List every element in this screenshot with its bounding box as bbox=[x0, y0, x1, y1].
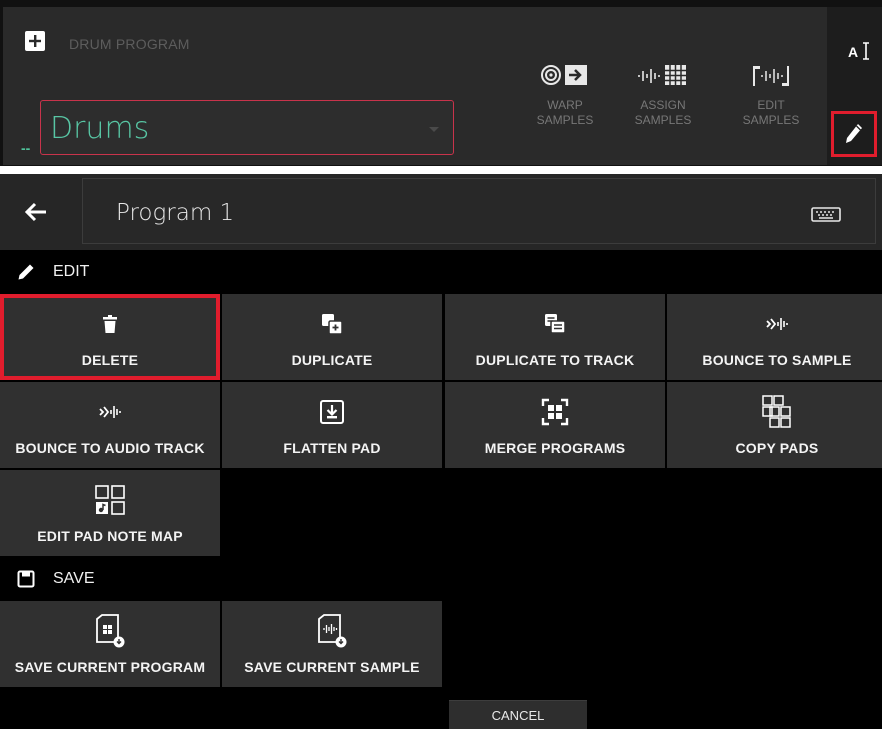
edit-section-header: EDIT bbox=[0, 250, 882, 294]
edit-samples-icon bbox=[753, 66, 789, 86]
program-type-label: DRUM PROGRAM bbox=[69, 36, 190, 52]
svg-text:A: A bbox=[848, 44, 858, 60]
arrow-left-icon[interactable] bbox=[20, 196, 52, 228]
save-current-sample-label: SAVE CURRENT SAMPLE bbox=[244, 659, 420, 675]
merge-icon bbox=[541, 398, 569, 426]
duplicate-icon bbox=[322, 314, 343, 335]
bounce-to-sample-button[interactable]: BOUNCE TO SAMPLE bbox=[667, 294, 882, 380]
bounce-icon bbox=[766, 318, 788, 330]
side-tools: A bbox=[827, 7, 882, 165]
duplicate-to-track-button[interactable]: DUPLICATE TO TRACK bbox=[445, 294, 665, 380]
dialog-header: Program 1 bbox=[0, 174, 882, 250]
duplicate-label: DUPLICATE bbox=[291, 352, 373, 368]
save-current-program-label: SAVE CURRENT PROGRAM bbox=[14, 659, 206, 675]
edit-section-title: EDIT bbox=[53, 263, 90, 280]
save-current-sample-button[interactable]: SAVE CURRENT SAMPLE bbox=[222, 601, 442, 687]
trash-icon bbox=[103, 315, 117, 333]
program-panel: DRUM PROGRAM -- Drums WARP SAMPLES ASSIG… bbox=[0, 0, 882, 166]
warp-samples-label: WARP SAMPLES bbox=[536, 98, 594, 127]
bounce-icon bbox=[99, 406, 121, 418]
bounce-to-audio-track-button[interactable]: BOUNCE TO AUDIO TRACK bbox=[0, 382, 220, 468]
flatten-icon bbox=[320, 400, 344, 424]
keyboard-icon[interactable] bbox=[811, 207, 841, 223]
pencil-icon bbox=[846, 124, 862, 143]
save-program-icon bbox=[96, 614, 125, 648]
edit-pad-note-map-button[interactable]: EDIT PAD NOTE MAP bbox=[0, 470, 220, 556]
merge-programs-label: MERGE PROGRAMS bbox=[484, 440, 626, 456]
merge-programs-button[interactable]: MERGE PROGRAMS bbox=[445, 382, 665, 468]
assign-samples-label: ASSIGN SAMPLES bbox=[634, 98, 692, 127]
assign-samples-icon bbox=[638, 65, 686, 85]
copy-pads-icon bbox=[762, 395, 791, 428]
program-panel-body: DRUM PROGRAM -- Drums WARP SAMPLES ASSIG… bbox=[3, 7, 827, 165]
program-dash: -- bbox=[21, 140, 31, 156]
chevron-down-icon bbox=[429, 127, 439, 132]
program-name-field[interactable]: Program 1 bbox=[82, 178, 876, 244]
pad-note-map-icon bbox=[95, 485, 125, 515]
cancel-button[interactable]: CANCEL bbox=[449, 700, 587, 729]
edit-pad-note-map-label: EDIT PAD NOTE MAP bbox=[37, 528, 183, 544]
edit-program-button[interactable] bbox=[831, 111, 877, 157]
add-program-icon[interactable] bbox=[23, 29, 47, 53]
flatten-pad-label: FLATTEN PAD bbox=[283, 440, 381, 456]
save-current-program-button[interactable]: SAVE CURRENT PROGRAM bbox=[0, 601, 220, 687]
assign-samples-button[interactable]: ASSIGN SAMPLES bbox=[618, 63, 708, 128]
duplicate-to-track-label: DUPLICATE TO TRACK bbox=[475, 352, 635, 368]
save-icon bbox=[17, 570, 35, 588]
delete-label: DELETE bbox=[81, 352, 139, 368]
edit-samples-label: EDIT SAMPLES bbox=[742, 98, 800, 127]
save-sample-icon bbox=[318, 614, 347, 648]
copy-pads-label: COPY PADS bbox=[735, 440, 819, 456]
program-select[interactable]: Drums bbox=[40, 100, 454, 155]
save-section-header: SAVE bbox=[0, 557, 882, 601]
warp-samples-button[interactable]: WARP SAMPLES bbox=[520, 63, 610, 128]
delete-button[interactable]: DELETE bbox=[0, 294, 220, 380]
bounce-to-sample-label: BOUNCE TO SAMPLE bbox=[702, 352, 852, 368]
save-section-title: SAVE bbox=[53, 570, 95, 587]
duplicate-button[interactable]: DUPLICATE bbox=[222, 294, 442, 380]
bounce-to-audio-track-label: BOUNCE TO AUDIO TRACK bbox=[15, 440, 205, 456]
program-name: Drums bbox=[50, 111, 150, 146]
duplicate-to-track-icon bbox=[545, 314, 566, 334]
pencil-icon bbox=[18, 264, 34, 280]
flatten-pad-button[interactable]: FLATTEN PAD bbox=[222, 382, 442, 468]
text-size-icon[interactable]: A bbox=[847, 41, 871, 61]
edit-samples-button[interactable]: EDIT SAMPLES bbox=[726, 63, 816, 128]
warp-samples-icon bbox=[541, 65, 587, 85]
copy-pads-button[interactable]: COPY PADS bbox=[667, 382, 882, 468]
divider bbox=[0, 166, 882, 174]
program-name-value: Program 1 bbox=[116, 200, 235, 226]
